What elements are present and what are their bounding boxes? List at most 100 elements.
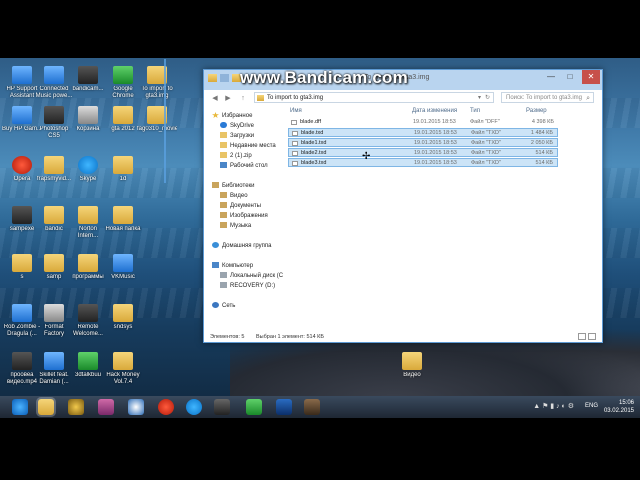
file-explorer-icon[interactable] <box>38 399 54 415</box>
column-header-type[interactable]: Тип <box>470 108 480 114</box>
navigation-pane: Избранное SkyDrive Загрузки Недавние мес… <box>204 108 284 332</box>
folder-icon <box>44 156 64 174</box>
nav-computer[interactable]: Компьютер <box>212 262 253 271</box>
taskbar: ▲ ⚑ ▮ ♪ ◐ ⚙ 15:06 03.02.2015 ENG <box>0 396 640 418</box>
desktop-icon-label: Skype <box>79 176 97 182</box>
desktop-icon[interactable]: Remote Welcome... <box>68 304 108 338</box>
desktop-icon[interactable]: программы <box>68 254 108 288</box>
nav-desktop[interactable]: Рабочий стол <box>220 162 268 171</box>
refresh-icon[interactable]: ↻ <box>485 93 490 104</box>
file-row[interactable]: blade2.txd 19.01.2015 18:53 Файл "TXD" 514 … <box>288 148 558 157</box>
nav-network[interactable]: Сеть <box>212 302 235 311</box>
folder-icon <box>12 254 32 272</box>
up-button[interactable]: ↑ <box>238 94 248 104</box>
close-button[interactable]: ✕ <box>582 70 600 84</box>
properties-icon[interactable] <box>220 74 229 82</box>
column-header-date[interactable]: Дата изменения <box>412 108 457 114</box>
language-indicator[interactable]: ENG <box>585 403 598 409</box>
desktop-icon[interactable]: fag0310_movie <box>137 106 177 140</box>
column-header-size[interactable]: Размер <box>526 108 547 114</box>
folder-icon <box>113 304 133 322</box>
desktop-icon[interactable]: sndsys <box>103 304 143 338</box>
address-row: ◀ ▶ ↑ To import to gta3.img ▾ ↻ Поиск: T… <box>204 90 602 106</box>
search-placeholder: Поиск: To import to gta3.img <box>506 95 582 101</box>
app-icon[interactable] <box>98 399 114 415</box>
game-icon[interactable] <box>304 399 320 415</box>
details-view-icon[interactable] <box>578 333 586 340</box>
nav-video[interactable]: Видео <box>220 192 248 201</box>
app-icon <box>78 106 98 124</box>
zip-icon <box>220 152 227 158</box>
search-input[interactable]: Поиск: To import to gta3.img ⌕ <box>501 92 594 103</box>
desktop-icon-label: 1d <box>119 176 127 182</box>
large-icons-view-icon[interactable] <box>588 333 596 340</box>
file-row[interactable]: blade.dff 19.01.2015 18:53 Файл "DFF" 4 398… <box>288 118 558 127</box>
file-row[interactable]: blade1.txd 19.01.2015 18:53 Файл "TXD" 2 05… <box>288 138 558 147</box>
nav-downloads[interactable]: Загрузки <box>220 132 254 141</box>
explorer-window[interactable]: To import to gta3.img — □ ✕ ◀ ▶ ↑ To imp… <box>203 69 603 343</box>
file-type: Файл "TXD" <box>471 150 501 156</box>
nav-local-disk[interactable]: Локальный диск (C <box>220 272 283 281</box>
app-icon <box>12 106 32 124</box>
desktop-icon[interactable]: VKMusic <box>103 254 143 288</box>
desktop-icon[interactable]: Norton Intern... <box>68 206 108 240</box>
clock[interactable]: ▲ ⚑ ▮ ♪ ◐ ⚙ 15:06 03.02.2015 <box>533 399 634 415</box>
file-row[interactable]: blade.txd 19.01.2015 18:53 Файл "TXD" 1 484… <box>288 128 558 137</box>
desktop-icon-label: Корзина <box>76 126 100 132</box>
file-icon <box>291 120 297 125</box>
forward-button[interactable]: ▶ <box>223 94 233 104</box>
desktop-icon[interactable]: Skype <box>68 156 108 190</box>
app-icon <box>44 304 64 322</box>
desktop-icon[interactable]: 1d <box>103 156 143 190</box>
desktop-icon-label: VKMusic <box>111 274 135 280</box>
tray-icons[interactable]: ▲ ⚑ ▮ ♪ ◐ ⚙ <box>533 403 574 411</box>
desktop-icon-video[interactable]: Видео <box>392 352 432 386</box>
nav-libraries[interactable]: Библиотеки <box>212 182 255 191</box>
file-list: Имя Дата изменения Тип Размер blade.dff 1… <box>288 108 598 332</box>
nav-recent[interactable]: Недавние места <box>220 142 276 151</box>
app-icon[interactable] <box>246 399 262 415</box>
desktop-icon[interactable]: Hack Money Vol.7.4 <box>103 352 143 386</box>
file-icon <box>292 151 298 156</box>
file-size: 4 398 КБ <box>531 119 554 125</box>
app-icon <box>12 156 32 174</box>
desktop-icon[interactable]: bandicam... <box>68 66 108 100</box>
column-header-name[interactable]: Имя <box>290 108 302 114</box>
hp-icon[interactable] <box>128 399 144 415</box>
nav-images[interactable]: Изображения <box>220 212 268 221</box>
desktop-icon[interactable]: Новая папка <box>103 206 143 240</box>
back-button[interactable]: ◀ <box>210 94 220 104</box>
photoshop-icon[interactable] <box>276 399 292 415</box>
cloud-icon <box>220 122 227 128</box>
file-date: 19.01.2015 18:53 <box>414 150 457 156</box>
status-bar: Элементов: 5 Выбран 1 элемент: 514 КБ <box>204 332 602 342</box>
nav-skydrive[interactable]: SkyDrive <box>220 122 254 131</box>
internet-explorer-icon[interactable] <box>12 399 28 415</box>
file-size: 514 КБ <box>535 150 553 156</box>
address-bar[interactable]: To import to gta3.img ▾ ↻ <box>254 92 494 103</box>
nav-zip[interactable]: 2 (1).zip <box>220 152 252 161</box>
nav-recovery[interactable]: RECOVERY (D:) <box>220 282 275 291</box>
media-player-icon[interactable] <box>68 399 84 415</box>
desktop-icon[interactable]: To import to gta3.img <box>137 66 177 100</box>
file-icon <box>292 161 298 166</box>
file-row[interactable]: blade3.txd 19.01.2015 18:53 Файл "TXD" 514 … <box>288 158 558 167</box>
desktop-icon[interactable]: 3dtalkbuu <box>68 352 108 386</box>
maximize-button[interactable]: □ <box>561 70 579 84</box>
computer-icon <box>212 262 219 268</box>
nav-documents[interactable]: Документы <box>220 202 261 211</box>
folder-icon <box>113 106 133 124</box>
chevron-down-icon[interactable]: ▾ <box>478 93 481 104</box>
nav-favorites[interactable]: Избранное <box>212 112 252 121</box>
app-icon <box>78 66 98 84</box>
minimize-button[interactable]: — <box>542 70 560 84</box>
opera-icon[interactable] <box>158 399 174 415</box>
nav-homegroup[interactable]: Домашняя группа <box>212 242 272 251</box>
skype-icon[interactable] <box>186 399 202 415</box>
desktop-icon[interactable]: Корзина <box>68 106 108 140</box>
bandicam-icon[interactable] <box>214 399 230 415</box>
app-icon <box>44 352 64 370</box>
clock-date: 03.02.2015 <box>603 408 634 414</box>
nav-music[interactable]: Музыка <box>220 222 251 231</box>
app-icon <box>113 66 133 84</box>
